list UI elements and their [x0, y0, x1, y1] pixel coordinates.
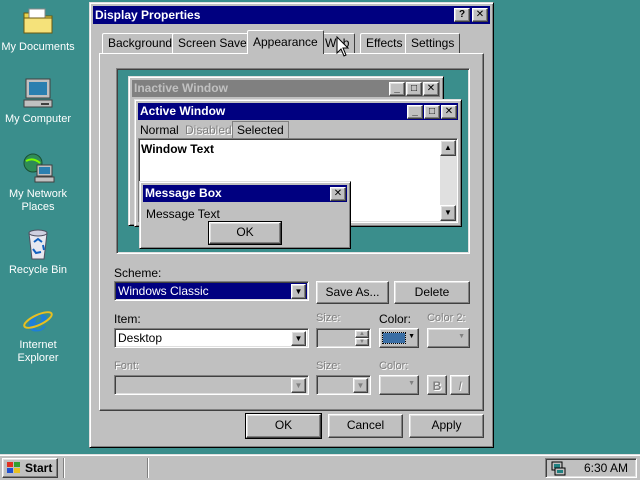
tab-effects[interactable]: Effects — [360, 33, 409, 53]
item-color2-button: ▼ — [427, 328, 470, 348]
message-box-ok: OK — [208, 221, 282, 245]
item-size-label: Size: — [316, 312, 341, 324]
system-tray: 6:30 AM — [545, 458, 637, 478]
apply-button[interactable]: Apply — [409, 414, 484, 438]
item-value: Desktop — [118, 331, 163, 345]
item-color2-label: Color 2: — [427, 312, 466, 324]
desktop-icon-my-documents[interactable]: My Documents — [0, 4, 76, 54]
font-select: ▼ — [114, 375, 309, 395]
item-color-button[interactable]: ▼ — [379, 328, 419, 348]
scheme-select[interactable]: Windows Classic ▼ — [114, 281, 309, 301]
dialog-title: Display Properties — [95, 8, 201, 22]
item-select[interactable]: Desktop ▼ — [114, 328, 309, 348]
desktop-icon-recycle-bin[interactable]: Recycle Bin — [0, 227, 76, 277]
windows-logo-icon — [7, 462, 20, 473]
font-color-button: ▼ — [379, 375, 419, 395]
item-size-stepper: ▲ ▼ — [316, 328, 371, 348]
scheme-value: Windows Classic — [118, 284, 209, 298]
desktop-icon-network-places[interactable]: My Network Places — [0, 151, 76, 214]
bold-button: B — [427, 375, 447, 395]
window-text: Window Text — [141, 142, 214, 156]
save-as-button[interactable]: Save As... — [316, 281, 389, 304]
preview-message-box: Message Box ✕ Message Text OK — [139, 181, 351, 249]
recycle-bin-icon — [21, 227, 55, 261]
minimize-icon: _ — [389, 82, 405, 96]
minimize-icon: _ — [407, 105, 423, 119]
font-color-label: Color: — [379, 360, 409, 372]
ie-icon: e — [21, 301, 55, 339]
close-icon: ✕ — [441, 105, 457, 119]
item-label: Item: — [114, 312, 141, 326]
chevron-down-icon: ▼ — [408, 333, 415, 340]
desktop-icon-my-computer[interactable]: My Computer — [0, 76, 76, 126]
color-swatch — [382, 332, 406, 344]
display-properties-dialog: Display Properties ? ✕ Background Screen… — [89, 2, 494, 448]
chevron-down-icon: ▼ — [353, 378, 368, 393]
menu-selected: Selected — [232, 121, 289, 139]
network-icon — [21, 151, 55, 185]
stepper-up-icon: ▲ — [355, 330, 369, 338]
desktop-icon-internet-explorer[interactable]: e Internet Explorer — [0, 301, 76, 365]
display-tray-icon[interactable] — [550, 461, 566, 476]
message-text: Message Text — [146, 207, 220, 221]
start-button[interactable]: Start — [2, 458, 58, 478]
menu-normal: Normal — [140, 123, 179, 137]
scroll-track — [440, 156, 456, 205]
chevron-down-icon: ▼ — [408, 380, 415, 387]
ok-button[interactable]: OK — [245, 413, 322, 439]
maximize-icon: □ — [406, 82, 422, 96]
tab-background[interactable]: Background — [102, 33, 179, 53]
start-label: Start — [25, 461, 53, 475]
taskbar-separator — [63, 458, 65, 478]
desktop-icon-label: Internet Explorer — [17, 339, 59, 364]
chevron-down-icon: ▼ — [291, 331, 306, 346]
desktop-icon-label: My Network Places — [8, 188, 68, 213]
taskbar-separator — [147, 458, 149, 478]
scroll-up-icon: ▲ — [440, 140, 456, 156]
scheme-label: Scheme: — [114, 266, 162, 280]
italic-button: I — [450, 375, 470, 395]
tab-settings[interactable]: Settings — [405, 33, 461, 53]
close-icon: ✕ — [475, 9, 485, 20]
help-icon: ? — [458, 9, 466, 20]
chevron-down-icon: ▼ — [291, 284, 306, 299]
close-icon: ✕ — [330, 187, 346, 201]
font-size-select: ▼ — [316, 375, 371, 395]
close-icon: ✕ — [423, 82, 439, 96]
computer-icon — [21, 76, 55, 110]
taskbar: Start 6:30 AM — [0, 454, 640, 480]
font-label: Font: — [114, 360, 140, 372]
appearance-preview[interactable]: Inactive Window _ □ ✕ Active Window _ □ … — [116, 68, 470, 254]
clock[interactable]: 6:30 AM — [584, 461, 628, 475]
dialog-titlebar[interactable]: Display Properties ? ✕ — [93, 6, 490, 24]
close-button[interactable]: ✕ — [472, 8, 488, 22]
scroll-down-icon: ▼ — [440, 205, 456, 221]
chevron-down-icon: ▼ — [458, 333, 465, 340]
folder-icon — [21, 4, 55, 38]
tab-screen-saver[interactable]: Screen Saver — [172, 33, 257, 53]
chevron-down-icon: ▼ — [291, 378, 306, 393]
desktop-icon-label: Recycle Bin — [8, 264, 68, 276]
help-button[interactable]: ? — [454, 8, 470, 22]
desktop-icon-label: My Documents — [1, 41, 75, 53]
maximize-icon: □ — [424, 105, 440, 119]
message-box-title: Message Box — [143, 185, 347, 202]
delete-button[interactable]: Delete — [394, 281, 470, 304]
cancel-button[interactable]: Cancel — [328, 414, 403, 438]
tab-appearance[interactable]: Appearance — [247, 30, 324, 54]
item-color-label: Color: — [379, 312, 412, 326]
menu-disabled: Disabled — [185, 123, 232, 137]
desktop-icon-label: My Computer — [4, 113, 72, 125]
mouse-cursor-icon — [336, 36, 350, 57]
stepper-down-icon: ▼ — [355, 338, 369, 346]
appearance-panel: Inactive Window _ □ ✕ Active Window _ □ … — [99, 53, 484, 411]
font-size-label: Size: — [316, 360, 341, 372]
